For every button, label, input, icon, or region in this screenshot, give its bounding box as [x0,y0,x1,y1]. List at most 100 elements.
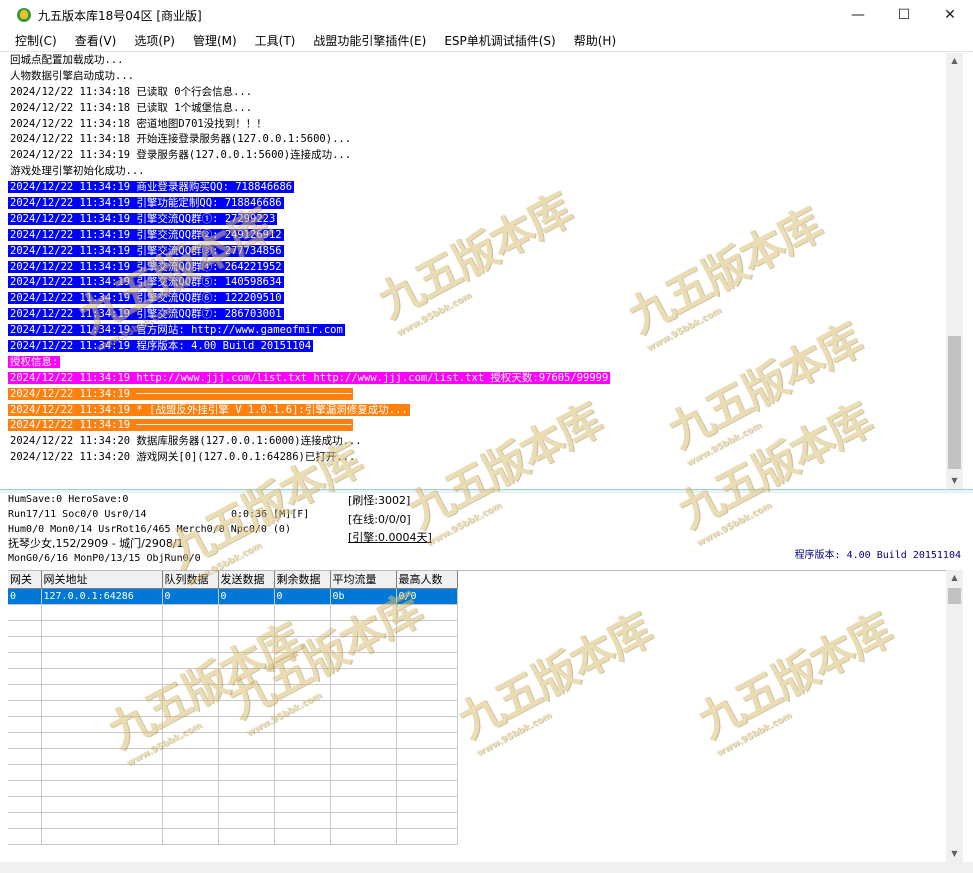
menu-tools[interactable]: 工具(T) [246,31,305,51]
table-row[interactable] [8,700,458,717]
table-cell[interactable] [274,668,331,685]
menu-esp-plugin[interactable]: ESP单机调试插件(S) [435,31,564,51]
table-row[interactable] [8,668,458,685]
table-cell[interactable]: 0 [274,588,331,605]
table-cell[interactable] [274,620,331,637]
table-cell[interactable] [8,652,42,669]
minimize-button[interactable]: — [835,0,881,30]
table-cell[interactable] [41,732,163,749]
menu-help[interactable]: 帮助(H) [565,31,625,51]
table-cell[interactable] [330,604,397,621]
table-cell[interactable] [41,764,163,781]
table-cell[interactable] [41,812,163,829]
menu-view[interactable]: 查看(V) [66,31,126,51]
table-cell[interactable] [330,716,397,733]
table-row[interactable] [8,652,458,669]
table-row[interactable] [8,764,458,781]
table-cell[interactable] [396,764,458,781]
column-header[interactable]: 网关地址 [41,571,163,589]
table-cell[interactable] [330,812,397,829]
table-cell[interactable] [41,668,163,685]
table-cell[interactable] [274,780,331,797]
table-cell[interactable] [8,748,42,765]
table-cell[interactable] [218,636,275,653]
table-cell[interactable] [162,652,219,669]
table-cell[interactable] [330,636,397,653]
table-cell[interactable] [41,828,163,845]
table-cell[interactable] [218,604,275,621]
table-cell[interactable] [274,684,331,701]
table-cell[interactable] [396,636,458,653]
table-row[interactable] [8,828,458,845]
table-cell[interactable] [396,652,458,669]
close-button[interactable]: ✕ [927,0,973,30]
table-cell[interactable] [162,780,219,797]
table-row[interactable] [8,604,458,621]
table-row[interactable] [8,636,458,653]
table-row[interactable]: 0 127.0.0.1:64286 0 0 0 0b 0/0 [8,588,458,605]
table-row[interactable] [8,684,458,701]
table-row[interactable] [8,812,458,829]
table-cell[interactable] [274,796,331,813]
table-cell[interactable] [330,764,397,781]
table-cell[interactable] [162,748,219,765]
table-cell[interactable] [396,716,458,733]
table-cell[interactable] [218,732,275,749]
scroll-thumb[interactable] [948,336,961,469]
menu-engine-plugin[interactable]: 战盟功能引擎插件(E) [304,31,435,51]
table-cell[interactable] [274,700,331,717]
table-cell[interactable] [330,828,397,845]
table-cell[interactable] [162,812,219,829]
table-cell[interactable] [274,716,331,733]
table-cell[interactable] [218,812,275,829]
log-scrollbar[interactable]: ▲ ▼ [946,53,963,489]
table-cell[interactable] [396,748,458,765]
grid-scrollbar[interactable]: ▲ ▼ [946,570,963,862]
table-cell[interactable] [330,652,397,669]
menu-control[interactable]: 控制(C) [6,31,66,51]
table-cell[interactable] [330,668,397,685]
table-cell[interactable] [218,620,275,637]
table-cell[interactable] [41,780,163,797]
grid-scroll-up-arrow-icon[interactable]: ▲ [946,570,963,586]
table-cell[interactable] [330,748,397,765]
table-cell[interactable] [396,812,458,829]
table-row[interactable] [8,748,458,765]
column-header[interactable]: 剩余数据 [274,571,331,589]
table-cell[interactable] [41,748,163,765]
table-cell[interactable] [162,716,219,733]
maximize-button[interactable]: ☐ [881,0,927,30]
table-cell[interactable] [8,684,42,701]
column-header[interactable]: 发送数据 [218,571,275,589]
table-cell[interactable] [41,684,163,701]
table-cell[interactable] [396,620,458,637]
scroll-up-arrow-icon[interactable]: ▲ [946,53,963,69]
table-cell[interactable] [274,828,331,845]
table-cell[interactable]: 0/0 [396,588,458,605]
table-cell[interactable] [274,732,331,749]
table-cell[interactable] [8,700,42,717]
table-cell[interactable] [41,620,163,637]
table-cell[interactable] [218,828,275,845]
table-cell[interactable]: 0b [330,588,397,605]
table-cell[interactable] [162,764,219,781]
column-header[interactable]: 队列数据 [162,571,219,589]
table-cell[interactable] [162,684,219,701]
table-cell[interactable] [330,700,397,717]
table-cell[interactable] [8,828,42,845]
table-cell[interactable] [8,604,42,621]
table-cell[interactable] [162,796,219,813]
table-cell[interactable] [274,748,331,765]
table-cell[interactable] [8,636,42,653]
table-cell[interactable] [218,796,275,813]
column-header[interactable]: 网关 [8,571,42,589]
table-cell[interactable] [274,812,331,829]
table-cell[interactable] [41,652,163,669]
menu-options[interactable]: 选项(P) [125,31,184,51]
table-cell[interactable] [218,700,275,717]
table-row[interactable] [8,732,458,749]
table-cell[interactable] [274,764,331,781]
table-row[interactable] [8,620,458,637]
grid-scroll-down-arrow-icon[interactable]: ▼ [946,846,963,862]
table-cell[interactable] [330,780,397,797]
